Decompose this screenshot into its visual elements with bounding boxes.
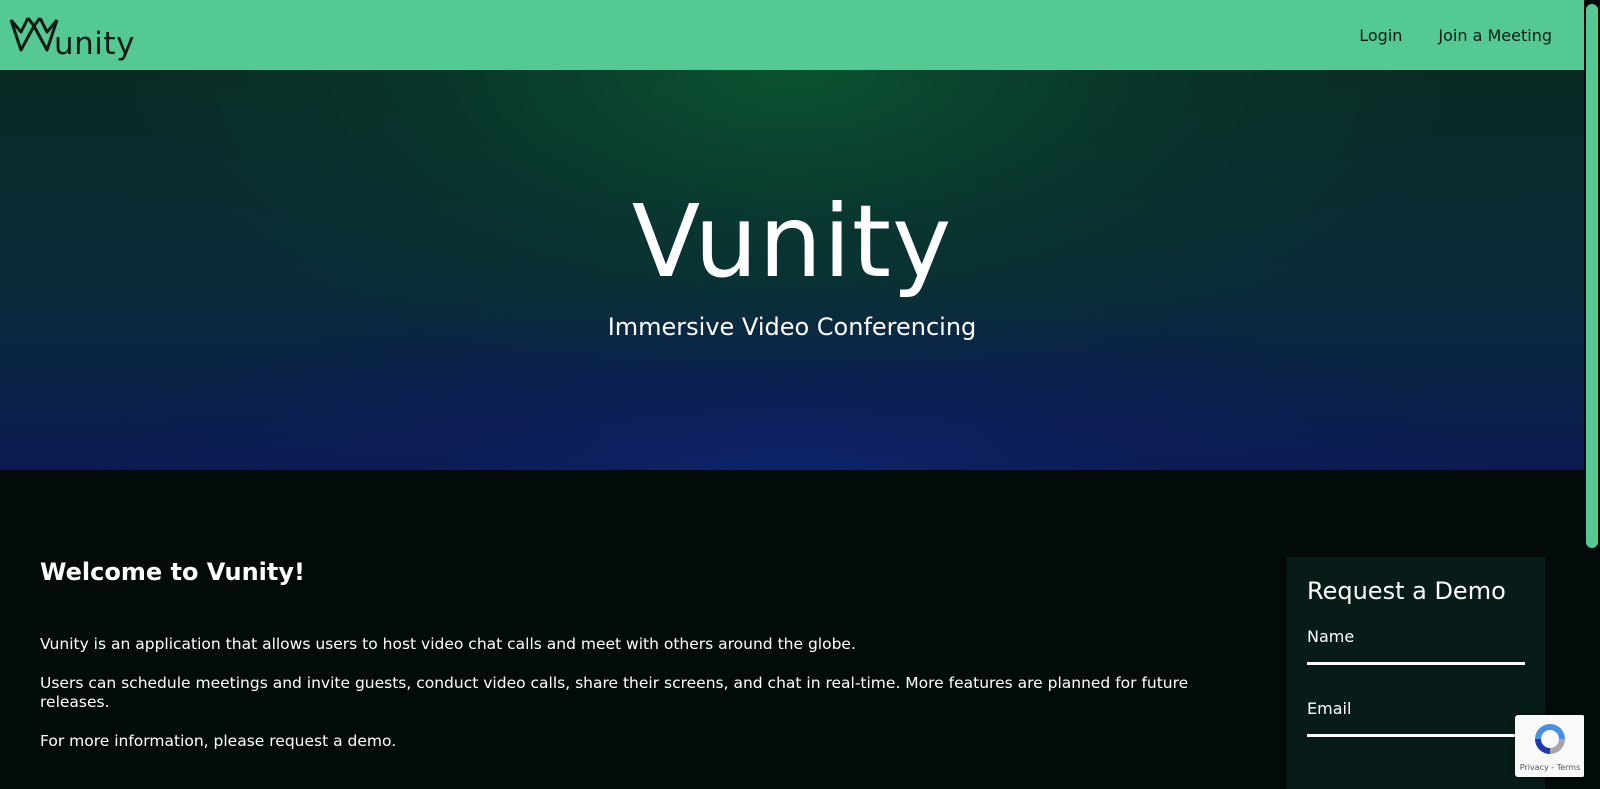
request-demo-form: Request a Demo Name Email <box>1287 557 1545 789</box>
nav-links: Login Join a Meeting <box>1323 26 1584 45</box>
welcome-body: Vunity is an application that allows use… <box>40 635 1240 771</box>
hero-title: Vunity <box>631 183 953 300</box>
request-demo-title: Request a Demo <box>1307 577 1506 605</box>
scrollbar-thumb[interactable] <box>1586 4 1598 548</box>
recaptcha-logo-icon <box>1535 724 1565 754</box>
join-meeting-link[interactable]: Join a Meeting <box>1438 26 1552 45</box>
vunity-crown-logo-icon <box>9 17 59 52</box>
page-scrollbar[interactable] <box>1584 0 1600 789</box>
top-navbar: unity Login Join a Meeting <box>0 0 1584 70</box>
email-input[interactable] <box>1307 695 1525 734</box>
welcome-title: Welcome to Vunity! <box>40 558 305 586</box>
brand-logo-link[interactable]: unity <box>0 0 135 70</box>
hero-banner: Vunity Immersive Video Conferencing <box>0 70 1584 470</box>
recaptcha-badge[interactable]: Privacy - Terms <box>1515 715 1585 777</box>
brand-name: unity <box>54 26 135 62</box>
name-input[interactable] <box>1307 623 1525 662</box>
welcome-paragraph: Users can schedule meetings and invite g… <box>40 674 1189 711</box>
welcome-paragraph: For more information, please request a d… <box>40 732 397 750</box>
hero-subtitle: Immersive Video Conferencing <box>607 313 977 341</box>
login-link[interactable]: Login <box>1359 26 1402 45</box>
recaptcha-privacy-terms[interactable]: Privacy - Terms <box>1515 764 1585 772</box>
welcome-section: Welcome to Vunity! Vunity is an applicat… <box>0 470 1584 789</box>
email-field[interactable]: Email <box>1307 695 1525 737</box>
page: unity Login Join a Meeting Vunity Immers… <box>0 0 1600 789</box>
welcome-paragraph: Vunity is an application that allows use… <box>40 635 856 653</box>
name-field[interactable]: Name <box>1307 623 1525 665</box>
